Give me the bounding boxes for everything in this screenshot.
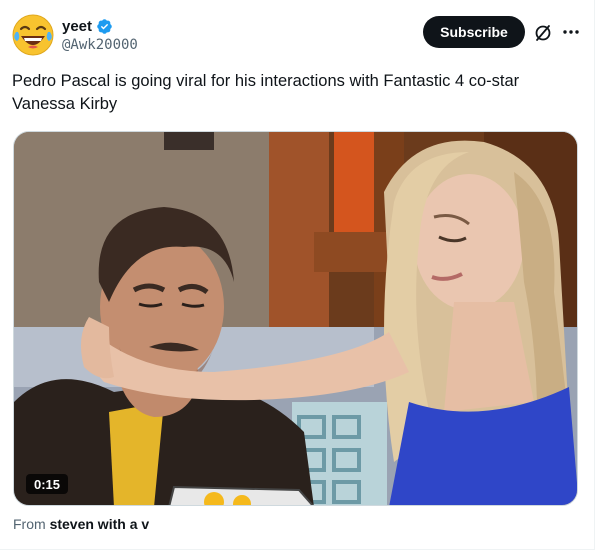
tweet-header: yeet @Awk20000 Subscribe [12, 14, 582, 58]
source-attribution: From steven with a v [13, 516, 149, 532]
display-name[interactable]: yeet [62, 18, 92, 35]
video-duration-badge: 0:15 [26, 474, 68, 494]
source-name-link[interactable]: steven with a v [50, 516, 150, 532]
avatar[interactable] [12, 14, 54, 56]
more-icon[interactable] [560, 22, 582, 42]
handle[interactable]: @Awk20000 [62, 37, 138, 53]
display-name-row: yeet [62, 16, 138, 36]
verified-badge-icon [96, 18, 113, 35]
author-info: yeet @Awk20000 [62, 16, 138, 54]
video-frame [14, 132, 577, 505]
laughing-crying-emoji-icon [12, 14, 54, 56]
tweet-text: Pedro Pascal is going viral for his inte… [12, 72, 520, 113]
source-prefix: From [13, 516, 46, 532]
video-player[interactable] [13, 131, 578, 506]
grok-icon[interactable] [534, 24, 552, 42]
subscribe-button[interactable]: Subscribe [423, 16, 525, 48]
tweet-card: yeet @Awk20000 Subscribe Pedro Pascal is… [0, 0, 595, 550]
